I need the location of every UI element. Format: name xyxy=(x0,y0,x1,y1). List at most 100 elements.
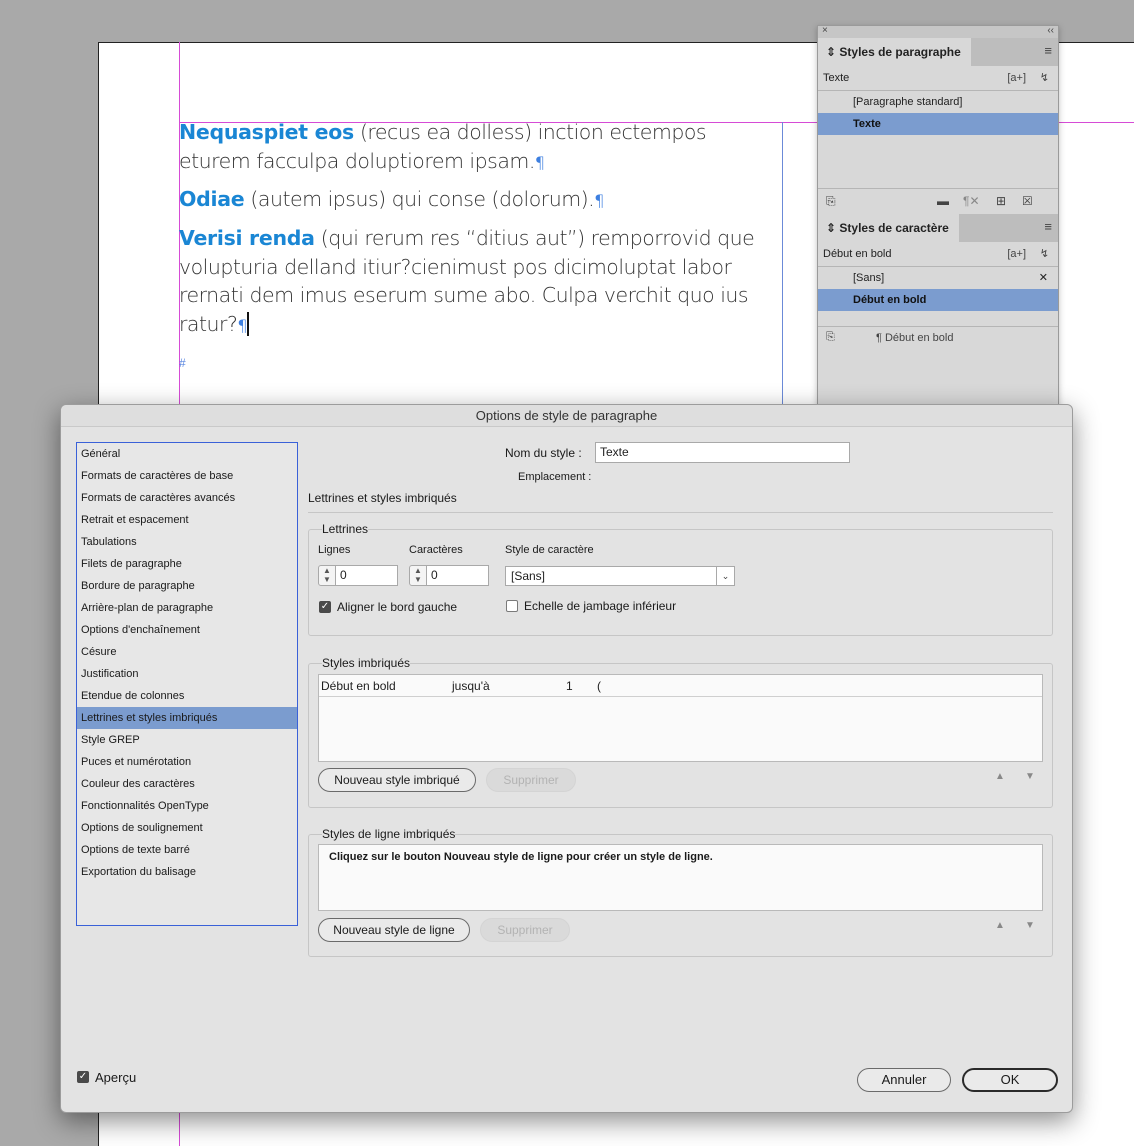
category-item[interactable]: Césure xyxy=(77,641,297,663)
category-item-selected[interactable]: Lettrines et styles imbriqués xyxy=(77,707,297,729)
folder-icon[interactable]: ▬ xyxy=(937,194,949,208)
char-style-select[interactable]: [Sans] ⌄ xyxy=(505,566,735,586)
category-item[interactable]: Bordure de paragraphe xyxy=(77,575,297,597)
category-item[interactable]: Options de texte barré xyxy=(77,839,297,861)
category-item[interactable]: Fonctionnalités OpenType xyxy=(77,795,297,817)
stepper-arrows-icon[interactable]: ▲ ▼ xyxy=(318,565,336,586)
stepper-arrows-icon[interactable]: ▲ ▼ xyxy=(409,565,427,586)
current-style-label: Texte xyxy=(823,72,850,84)
ok-button[interactable]: OK xyxy=(962,1068,1058,1092)
collapse-icon[interactable]: ‹‹ xyxy=(1047,26,1054,36)
preview-checkbox[interactable]: ✓ xyxy=(77,1071,89,1083)
new-nested-style-button[interactable]: Nouveau style imbriqué xyxy=(318,768,476,792)
lightning-icon[interactable]: ↯ xyxy=(1040,242,1049,266)
list-item[interactable]: Début en bold xyxy=(818,289,1058,311)
lines-label: Lignes xyxy=(318,544,351,556)
category-list[interactable]: Général Formats de caractères de base Fo… xyxy=(76,442,298,926)
cancel-button[interactable]: Annuler xyxy=(857,1068,951,1092)
paragraph-1[interactable]: Nequaspiet eos (recus ea dolless) inctio… xyxy=(179,118,777,177)
new-line-style-button[interactable]: Nouveau style de ligne xyxy=(318,918,470,942)
category-item[interactable]: Options de soulignement xyxy=(77,817,297,839)
new-style-icon[interactable]: ⊞ xyxy=(996,194,1006,208)
paragraph-3[interactable]: Verisi renda (qui rerum res “ditius aut”… xyxy=(179,224,777,340)
category-item[interactable]: Style GREP xyxy=(77,729,297,751)
close-icon[interactable]: × xyxy=(822,26,828,36)
panel-menu-icon[interactable]: ≡ xyxy=(1044,220,1052,233)
list-item-label: [Sans] xyxy=(853,272,885,284)
paragraph-lead: Odiae xyxy=(179,187,245,211)
nested-line-hint: Cliquez sur le bouton Nouveau style de l… xyxy=(329,851,713,863)
category-item[interactable]: Etendue de colonnes xyxy=(77,685,297,707)
scale-descenders-label: Echelle de jambage inférieur xyxy=(524,599,677,613)
paragraph-lead: Verisi renda xyxy=(179,226,315,250)
move-up-icon[interactable]: ▲ xyxy=(995,920,1005,931)
scale-descenders-checkbox[interactable] xyxy=(506,600,518,612)
para-panel-footer: ⎘ ▬ ¶✕ ⊞ ☒ xyxy=(818,188,1058,214)
delete-line-style-button[interactable]: Supprimer xyxy=(480,918,570,942)
lines-stepper[interactable]: ▲ ▼ 0 xyxy=(318,565,398,586)
load-styles-icon[interactable]: ⎘ xyxy=(826,194,836,209)
nested-style-name[interactable]: Début en bold xyxy=(321,675,396,697)
move-up-icon[interactable]: ▲ xyxy=(995,771,1005,782)
tab-paragraph-styles[interactable]: ⇕ Styles de paragraphe xyxy=(818,38,971,66)
nested-style-through[interactable]: jusqu'à xyxy=(452,675,490,697)
style-name-field[interactable]: Texte xyxy=(595,442,850,463)
chevron-down-icon: ⌄ xyxy=(716,567,734,585)
pen-crossed-icon: ✕ xyxy=(1038,272,1048,284)
category-item[interactable]: Options d'enchaînement xyxy=(77,619,297,641)
category-item[interactable]: Couleur des caractères xyxy=(77,773,297,795)
category-item[interactable]: Tabulations xyxy=(77,531,297,553)
nested-styles-table[interactable]: Début en bold jusqu'à 1 ( xyxy=(318,674,1043,762)
category-item[interactable]: Formats de caractères avancés xyxy=(77,487,297,509)
lightning-icon[interactable]: ↯ xyxy=(1040,66,1049,90)
text-frame[interactable]: Nequaspiet eos (recus ea dolless) inctio… xyxy=(179,120,783,412)
category-item[interactable]: Général xyxy=(77,443,297,465)
pilcrow-icon: ¶ xyxy=(237,315,248,335)
section-divider xyxy=(308,512,1053,513)
trash-icon[interactable]: ☒ xyxy=(1022,194,1033,208)
list-item-label: [Paragraphe standard] xyxy=(853,96,963,108)
tab-character-styles[interactable]: ⇕ Styles de caractère xyxy=(818,214,959,242)
paragraph-lead: Nequaspiet eos xyxy=(179,120,354,144)
category-item[interactable]: Filets de paragraphe xyxy=(77,553,297,575)
move-down-icon[interactable]: ▼ xyxy=(1025,920,1035,931)
align-left-checkbox[interactable]: ✓ xyxy=(319,601,331,613)
category-item[interactable]: Puces et numérotation xyxy=(77,751,297,773)
paragraph-style-options-dialog: Options de style de paragraphe Général F… xyxy=(60,404,1073,1113)
create-override-icon[interactable]: [a+] xyxy=(1007,66,1026,90)
drop-caps-title: Lettrines xyxy=(322,522,369,536)
nested-styles-title: Styles imbriqués xyxy=(322,656,411,670)
clear-overrides-icon[interactable]: ¶✕ xyxy=(963,194,980,208)
table-row[interactable]: Début en bold jusqu'à 1 ( xyxy=(319,675,1042,697)
list-item[interactable]: [Paragraphe standard] xyxy=(818,91,1058,113)
nested-style-count[interactable]: 1 xyxy=(566,675,573,697)
footer-style-label: ¶ Début en bold xyxy=(876,332,954,344)
panel-titlebar[interactable]: × ‹‹ xyxy=(818,26,1058,38)
paragraph-2[interactable]: Odiae (autem ipsus) qui conse (dolorum).… xyxy=(179,185,777,216)
delete-nested-style-button[interactable]: Supprimer xyxy=(486,768,576,792)
category-item[interactable]: Justification xyxy=(77,663,297,685)
paragraph-text: ratur? xyxy=(179,311,238,336)
lines-value[interactable]: 0 xyxy=(336,565,398,586)
char-panel-footer: ⎘ ¶ Début en bold xyxy=(818,326,1058,352)
load-styles-icon[interactable]: ⎘ xyxy=(826,331,835,344)
create-override-icon[interactable]: [a+] xyxy=(1007,242,1026,266)
panel-menu-icon[interactable]: ≡ xyxy=(1044,44,1052,57)
move-down-icon[interactable]: ▼ xyxy=(1025,771,1035,782)
list-item[interactable]: [Sans] ✕ xyxy=(818,267,1058,289)
category-item[interactable]: Retrait et espacement xyxy=(77,509,297,531)
preview-label: Aperçu xyxy=(95,1070,137,1085)
chars-value[interactable]: 0 xyxy=(427,565,489,586)
nested-style-char[interactable]: ( xyxy=(597,675,601,697)
category-item[interactable]: Exportation du balisage xyxy=(77,861,297,883)
list-item[interactable]: Texte xyxy=(818,113,1058,135)
category-item[interactable]: Formats de caractères de base xyxy=(77,465,297,487)
list-item-label: Texte xyxy=(853,118,881,130)
category-item[interactable]: Arrière-plan de paragraphe xyxy=(77,597,297,619)
list-item-label: Début en bold xyxy=(853,294,927,306)
para-styles-list: [Paragraphe standard] Texte xyxy=(818,90,1058,188)
paragraph-text: (autem ipsus) qui conse (dolorum). xyxy=(250,187,595,211)
nested-line-styles-table[interactable]: Cliquez sur le bouton Nouveau style de l… xyxy=(318,844,1043,911)
style-name-label: Nom du style : xyxy=(505,446,582,460)
chars-stepper[interactable]: ▲ ▼ 0 xyxy=(409,565,489,586)
